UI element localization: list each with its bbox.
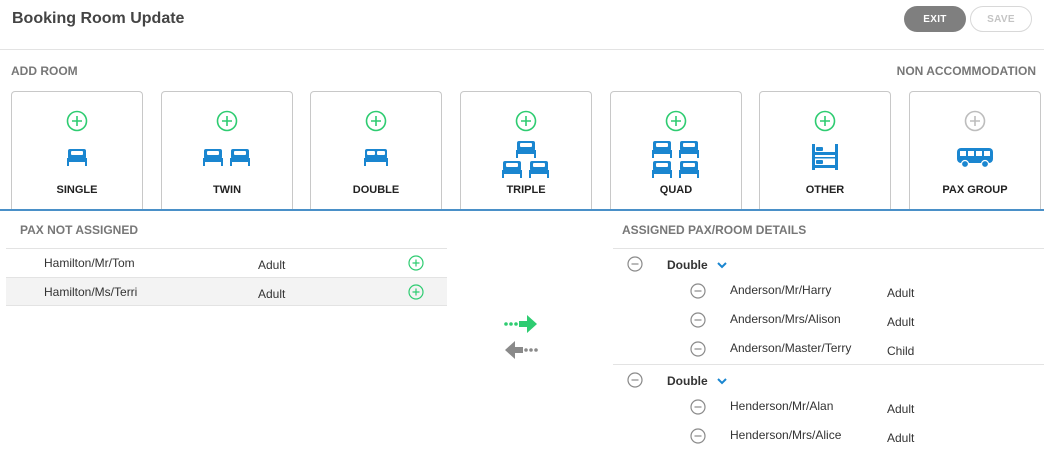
exit-button[interactable]: EXIT — [904, 6, 966, 32]
occupant-name: Anderson/Mr/Harry — [730, 283, 832, 297]
room-group-header[interactable]: Double — [613, 249, 1044, 277]
add-room-label: ADD ROOM — [11, 64, 78, 78]
pax-name: Hamilton/Mr/Tom — [44, 256, 135, 270]
room-group: Double Henderson/Mr/Alan Adult Henderson… — [613, 364, 1044, 451]
room-label-triple: TRIPLE — [506, 184, 546, 196]
add-circle-icon[interactable] — [66, 110, 88, 132]
single-bed-icon — [67, 149, 87, 166]
add-circle-icon[interactable] — [216, 110, 238, 132]
room-label-twin: TWIN — [212, 184, 242, 196]
add-pax-icon[interactable] — [408, 255, 424, 271]
remove-room-icon[interactable] — [627, 372, 643, 388]
add-circle-icon[interactable] — [515, 110, 537, 132]
double-bed-icon — [364, 149, 388, 166]
add-circle-icon[interactable] — [665, 110, 687, 132]
assigned-room-list: Double Anderson/Mr/Harry Adult Anderson/… — [613, 248, 1044, 451]
save-button[interactable]: SAVE — [970, 6, 1032, 32]
room-card-quad[interactable]: QUAD — [610, 91, 742, 209]
room-group: Double Anderson/Mr/Harry Adult Anderson/… — [613, 248, 1044, 364]
remove-pax-icon[interactable] — [690, 283, 706, 299]
pax-type: Adult — [258, 287, 286, 301]
assign-arrow-icon[interactable] — [503, 313, 539, 335]
pax-not-assigned-list: Hamilton/Mr/Tom Adult Hamilton/Ms/Terri … — [6, 248, 447, 306]
occupant-type: Adult — [887, 315, 915, 329]
chevron-down-icon[interactable] — [717, 377, 727, 385]
triple-bed-icon — [502, 141, 549, 178]
remove-pax-icon[interactable] — [690, 341, 706, 357]
add-circle-icon — [964, 110, 986, 132]
unassign-arrow-icon[interactable] — [503, 339, 539, 361]
room-label-single: SINGLE — [56, 184, 98, 196]
bus-icon — [957, 148, 993, 169]
bunk-bed-icon — [812, 144, 838, 170]
page-header: Booking Room Update EXIT SAVE — [0, 0, 1044, 50]
non-accommodation-label: NON ACCOMMODATION — [896, 64, 1036, 78]
room-label-pax-group: PAX GROUP — [942, 184, 1008, 196]
pax-type: Adult — [258, 258, 286, 272]
pax-row[interactable]: Hamilton/Ms/Terri Adult — [6, 277, 447, 306]
add-pax-icon[interactable] — [408, 284, 424, 300]
occupant-name: Henderson/Mr/Alan — [730, 399, 834, 413]
quad-bed-icon — [652, 141, 699, 178]
remove-pax-icon[interactable] — [690, 428, 706, 444]
room-type-label: Double — [667, 258, 708, 272]
room-card-twin[interactable]: TWIN — [161, 91, 293, 209]
twin-bed-icon — [203, 149, 250, 166]
occupant-name: Henderson/Mrs/Alice — [730, 428, 842, 442]
pax-row[interactable]: Hamilton/Mr/Tom Adult — [6, 248, 447, 277]
occupant-name: Anderson/Mrs/Alison — [730, 312, 841, 326]
room-card-other[interactable]: OTHER — [759, 91, 891, 209]
page-title: Booking Room Update — [12, 10, 185, 27]
chevron-down-icon[interactable] — [717, 261, 727, 269]
occupant-row: Anderson/Master/Terry Child — [613, 335, 1044, 364]
remove-pax-icon[interactable] — [690, 399, 706, 415]
pax-not-assigned-label: PAX NOT ASSIGNED — [20, 223, 139, 237]
room-card-triple[interactable]: TRIPLE — [460, 91, 592, 209]
room-card-double[interactable]: DOUBLE — [310, 91, 442, 209]
room-label-quad: QUAD — [659, 184, 693, 196]
room-card-single[interactable]: SINGLE — [11, 91, 143, 209]
occupant-type: Adult — [887, 402, 915, 416]
occupant-row: Henderson/Mrs/Alice Adult — [613, 422, 1044, 451]
room-label-double: DOUBLE — [352, 184, 400, 196]
section-divider — [0, 209, 1044, 211]
occupant-name: Anderson/Master/Terry — [730, 341, 852, 355]
occupant-row: Anderson/Mrs/Alison Adult — [613, 306, 1044, 335]
occupant-type: Adult — [887, 286, 915, 300]
add-circle-icon[interactable] — [814, 110, 836, 132]
add-circle-icon[interactable] — [365, 110, 387, 132]
remove-pax-icon[interactable] — [690, 312, 706, 328]
room-card-pax-group[interactable]: PAX GROUP — [909, 91, 1041, 209]
room-group-header[interactable]: Double — [613, 365, 1044, 393]
occupant-row: Anderson/Mr/Harry Adult — [613, 277, 1044, 306]
room-type-label: Double — [667, 374, 708, 388]
remove-room-icon[interactable] — [627, 256, 643, 272]
assigned-details-label: ASSIGNED PAX/ROOM DETAILS — [622, 223, 807, 237]
room-label-other: OTHER — [805, 184, 845, 196]
occupant-row: Henderson/Mr/Alan Adult — [613, 393, 1044, 422]
occupant-type: Adult — [887, 431, 915, 445]
occupant-type: Child — [887, 344, 915, 358]
pax-name: Hamilton/Ms/Terri — [44, 285, 138, 299]
